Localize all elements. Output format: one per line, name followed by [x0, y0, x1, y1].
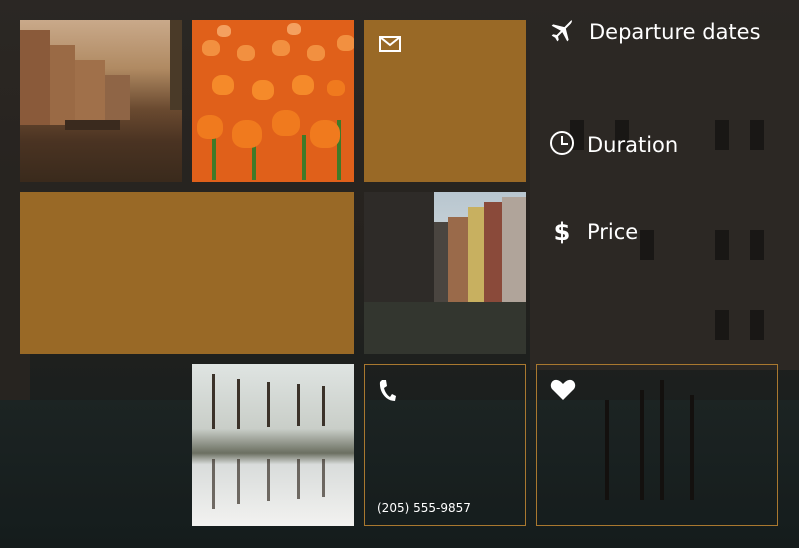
mail-tile[interactable]: [364, 20, 526, 182]
menu-price-label: Price: [587, 220, 639, 244]
dollar-icon: $: [553, 218, 571, 246]
phone-icon: [378, 379, 396, 407]
heart-icon: [550, 379, 576, 405]
park-reflection-photo-tile[interactable]: [192, 364, 354, 526]
menu-departure-dates[interactable]: Departure dates: [549, 16, 761, 48]
phone-number: (205) 555-9857: [377, 501, 471, 515]
wide-accent-tile[interactable]: [20, 192, 354, 354]
tulips-photo-tile[interactable]: [192, 20, 354, 182]
menu-duration-label: Duration: [587, 133, 679, 157]
phone-tile[interactable]: (205) 555-9857: [364, 364, 526, 526]
amsterdam-canal-photo-tile[interactable]: [20, 20, 182, 182]
menu-price[interactable]: $ Price: [549, 218, 639, 246]
mail-icon: [379, 36, 401, 56]
menu-duration[interactable]: Duration: [549, 130, 678, 160]
canal-houses-photo-tile[interactable]: [364, 192, 526, 354]
clock-icon: [549, 130, 575, 160]
menu-departure-dates-label: Departure dates: [589, 20, 761, 44]
favorite-tile[interactable]: [536, 364, 778, 526]
airplane-icon: [549, 16, 577, 48]
